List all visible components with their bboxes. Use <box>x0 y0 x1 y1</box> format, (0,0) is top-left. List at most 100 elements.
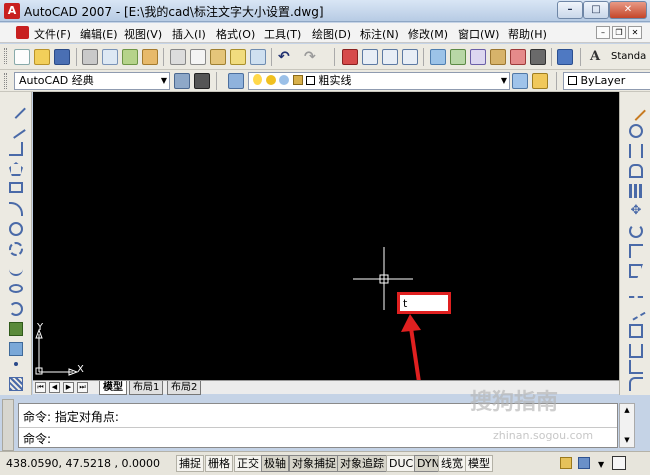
undo-icon[interactable]: ↶ <box>278 49 294 65</box>
next-tab-button[interactable]: ▶ <box>63 382 74 393</box>
command-scrollbar[interactable]: ▲ ▼ <box>619 403 635 448</box>
menu-file[interactable]: 文件(F) <box>34 26 71 42</box>
document-icon[interactable] <box>16 26 29 39</box>
workspace-save-icon[interactable] <box>194 73 210 89</box>
circle-icon[interactable] <box>9 222 23 236</box>
autocad-app-icon[interactable]: A <box>4 3 20 19</box>
minimize-button[interactable]: – <box>557 1 583 19</box>
drawing-canvas[interactable]: Y X t <box>33 92 619 380</box>
menu-format[interactable]: 格式(O) <box>216 26 255 42</box>
join-icon[interactable] <box>629 360 643 374</box>
construction-line-icon[interactable] <box>6 119 26 139</box>
menu-view[interactable]: 视图(V) <box>124 26 162 42</box>
print-icon[interactable] <box>82 49 98 65</box>
ellipse-arc-icon[interactable] <box>9 302 23 316</box>
last-tab-button[interactable]: ⏭ <box>77 382 88 393</box>
properties-icon[interactable] <box>430 49 446 65</box>
menu-help[interactable]: 帮助(H) <box>508 26 547 42</box>
rectangle-icon[interactable] <box>9 182 23 193</box>
tool-palettes-icon[interactable] <box>470 49 486 65</box>
extend-icon[interactable] <box>626 301 646 321</box>
maximize-button[interactable]: □ <box>583 1 609 19</box>
text-style-icon[interactable]: A <box>590 49 606 65</box>
menu-edit[interactable]: 编辑(E) <box>80 26 118 42</box>
layer-manager-icon[interactable] <box>228 73 244 89</box>
3d-dwf-icon[interactable] <box>142 49 158 65</box>
line-icon[interactable] <box>6 99 26 119</box>
polar-toggle[interactable]: 极轴 <box>261 455 289 472</box>
trim-icon[interactable] <box>629 284 643 298</box>
array-icon[interactable] <box>629 184 643 198</box>
paste-icon[interactable] <box>210 49 226 65</box>
break-icon[interactable] <box>629 344 643 358</box>
previous-tab-button[interactable]: ◀ <box>49 382 60 393</box>
tab-model[interactable]: 模型 <box>99 381 127 395</box>
menu-dimension[interactable]: 标注(N) <box>360 26 399 42</box>
lock-toolbar-icon[interactable] <box>560 457 572 469</box>
command-prompt[interactable]: 命令: <box>23 430 51 447</box>
erase-icon[interactable] <box>626 101 646 121</box>
markup-icon[interactable] <box>510 49 526 65</box>
layer-previous-icon[interactable] <box>532 73 548 89</box>
scroll-up-icon[interactable]: ▲ <box>622 406 632 415</box>
lineweight-toggle[interactable]: 线宽 <box>438 455 466 472</box>
tab-layout1[interactable]: 布局1 <box>129 381 164 395</box>
new-file-icon[interactable] <box>14 49 30 65</box>
osnap-toggle[interactable]: 对象捕捉 <box>289 455 339 472</box>
break-at-point-icon[interactable] <box>629 324 643 338</box>
design-center-icon[interactable] <box>450 49 466 65</box>
sheet-set-icon[interactable] <box>490 49 506 65</box>
doc-restore-button[interactable]: ❐ <box>612 26 626 39</box>
workspace-settings-icon[interactable] <box>174 73 190 89</box>
arc-icon[interactable] <box>9 202 23 216</box>
snap-toggle[interactable]: 捕捉 <box>176 455 204 472</box>
ellipse-icon[interactable] <box>9 284 23 293</box>
print-preview-icon[interactable] <box>102 49 118 65</box>
stretch-icon[interactable] <box>629 264 643 278</box>
zoom-window-icon[interactable] <box>382 49 398 65</box>
model-toggle[interactable]: 模型 <box>465 455 493 472</box>
grid-toggle[interactable]: 栅格 <box>205 455 233 472</box>
insert-block-icon[interactable] <box>9 322 23 336</box>
copy-icon[interactable] <box>190 49 206 65</box>
open-folder-icon[interactable] <box>34 49 50 65</box>
layer-select[interactable]: 粗实线 ▼ <box>248 72 510 90</box>
redo-icon[interactable]: ↷ <box>304 49 320 65</box>
toolbar-grip[interactable] <box>4 48 7 64</box>
ortho-toggle[interactable]: 正交 <box>234 455 262 472</box>
rotate-icon[interactable] <box>629 224 643 238</box>
coordinate-readout[interactable]: 438.0590, 47.5218 , 0.0000 <box>6 457 160 470</box>
match-properties-icon[interactable] <box>230 49 246 65</box>
mirror-icon[interactable] <box>629 144 643 158</box>
publish-icon[interactable] <box>122 49 138 65</box>
block-editor-icon[interactable] <box>250 49 266 65</box>
first-tab-button[interactable]: ⏮ <box>35 382 46 393</box>
offset-icon[interactable] <box>629 164 643 178</box>
toolbar-grip[interactable] <box>4 73 7 89</box>
status-menu-chevron-icon[interactable]: ▼ <box>598 460 604 469</box>
zoom-previous-icon[interactable] <box>402 49 418 65</box>
calculator-icon[interactable] <box>530 49 546 65</box>
move-icon[interactable]: ✥ <box>629 204 643 218</box>
hatch-icon[interactable] <box>9 377 23 391</box>
text-style-name[interactable]: Standa <box>611 51 646 62</box>
make-block-icon[interactable] <box>9 342 23 356</box>
otrack-toggle[interactable]: 对象追踪 <box>337 455 387 472</box>
menu-window[interactable]: 窗口(W) <box>458 26 499 42</box>
menu-tools[interactable]: 工具(T) <box>264 26 301 42</box>
menu-insert[interactable]: 插入(I) <box>172 26 206 42</box>
doc-minimize-button[interactable]: – <box>596 26 610 39</box>
close-button[interactable]: ✕ <box>609 1 647 19</box>
command-window-grip[interactable] <box>2 399 14 451</box>
make-current-layer-icon[interactable] <box>512 73 528 89</box>
doc-close-button[interactable]: ✕ <box>628 26 642 39</box>
spline-icon[interactable] <box>9 262 23 276</box>
color-select[interactable]: ByLayer <box>563 72 650 90</box>
menu-modify[interactable]: 修改(M) <box>408 26 448 42</box>
tab-layout2[interactable]: 布局2 <box>167 381 202 395</box>
help-icon[interactable] <box>557 49 573 65</box>
scale-icon[interactable] <box>629 244 643 258</box>
menu-draw[interactable]: 绘图(D) <box>312 26 351 42</box>
copy-object-icon[interactable] <box>629 124 643 138</box>
communication-center-icon[interactable] <box>578 457 590 469</box>
